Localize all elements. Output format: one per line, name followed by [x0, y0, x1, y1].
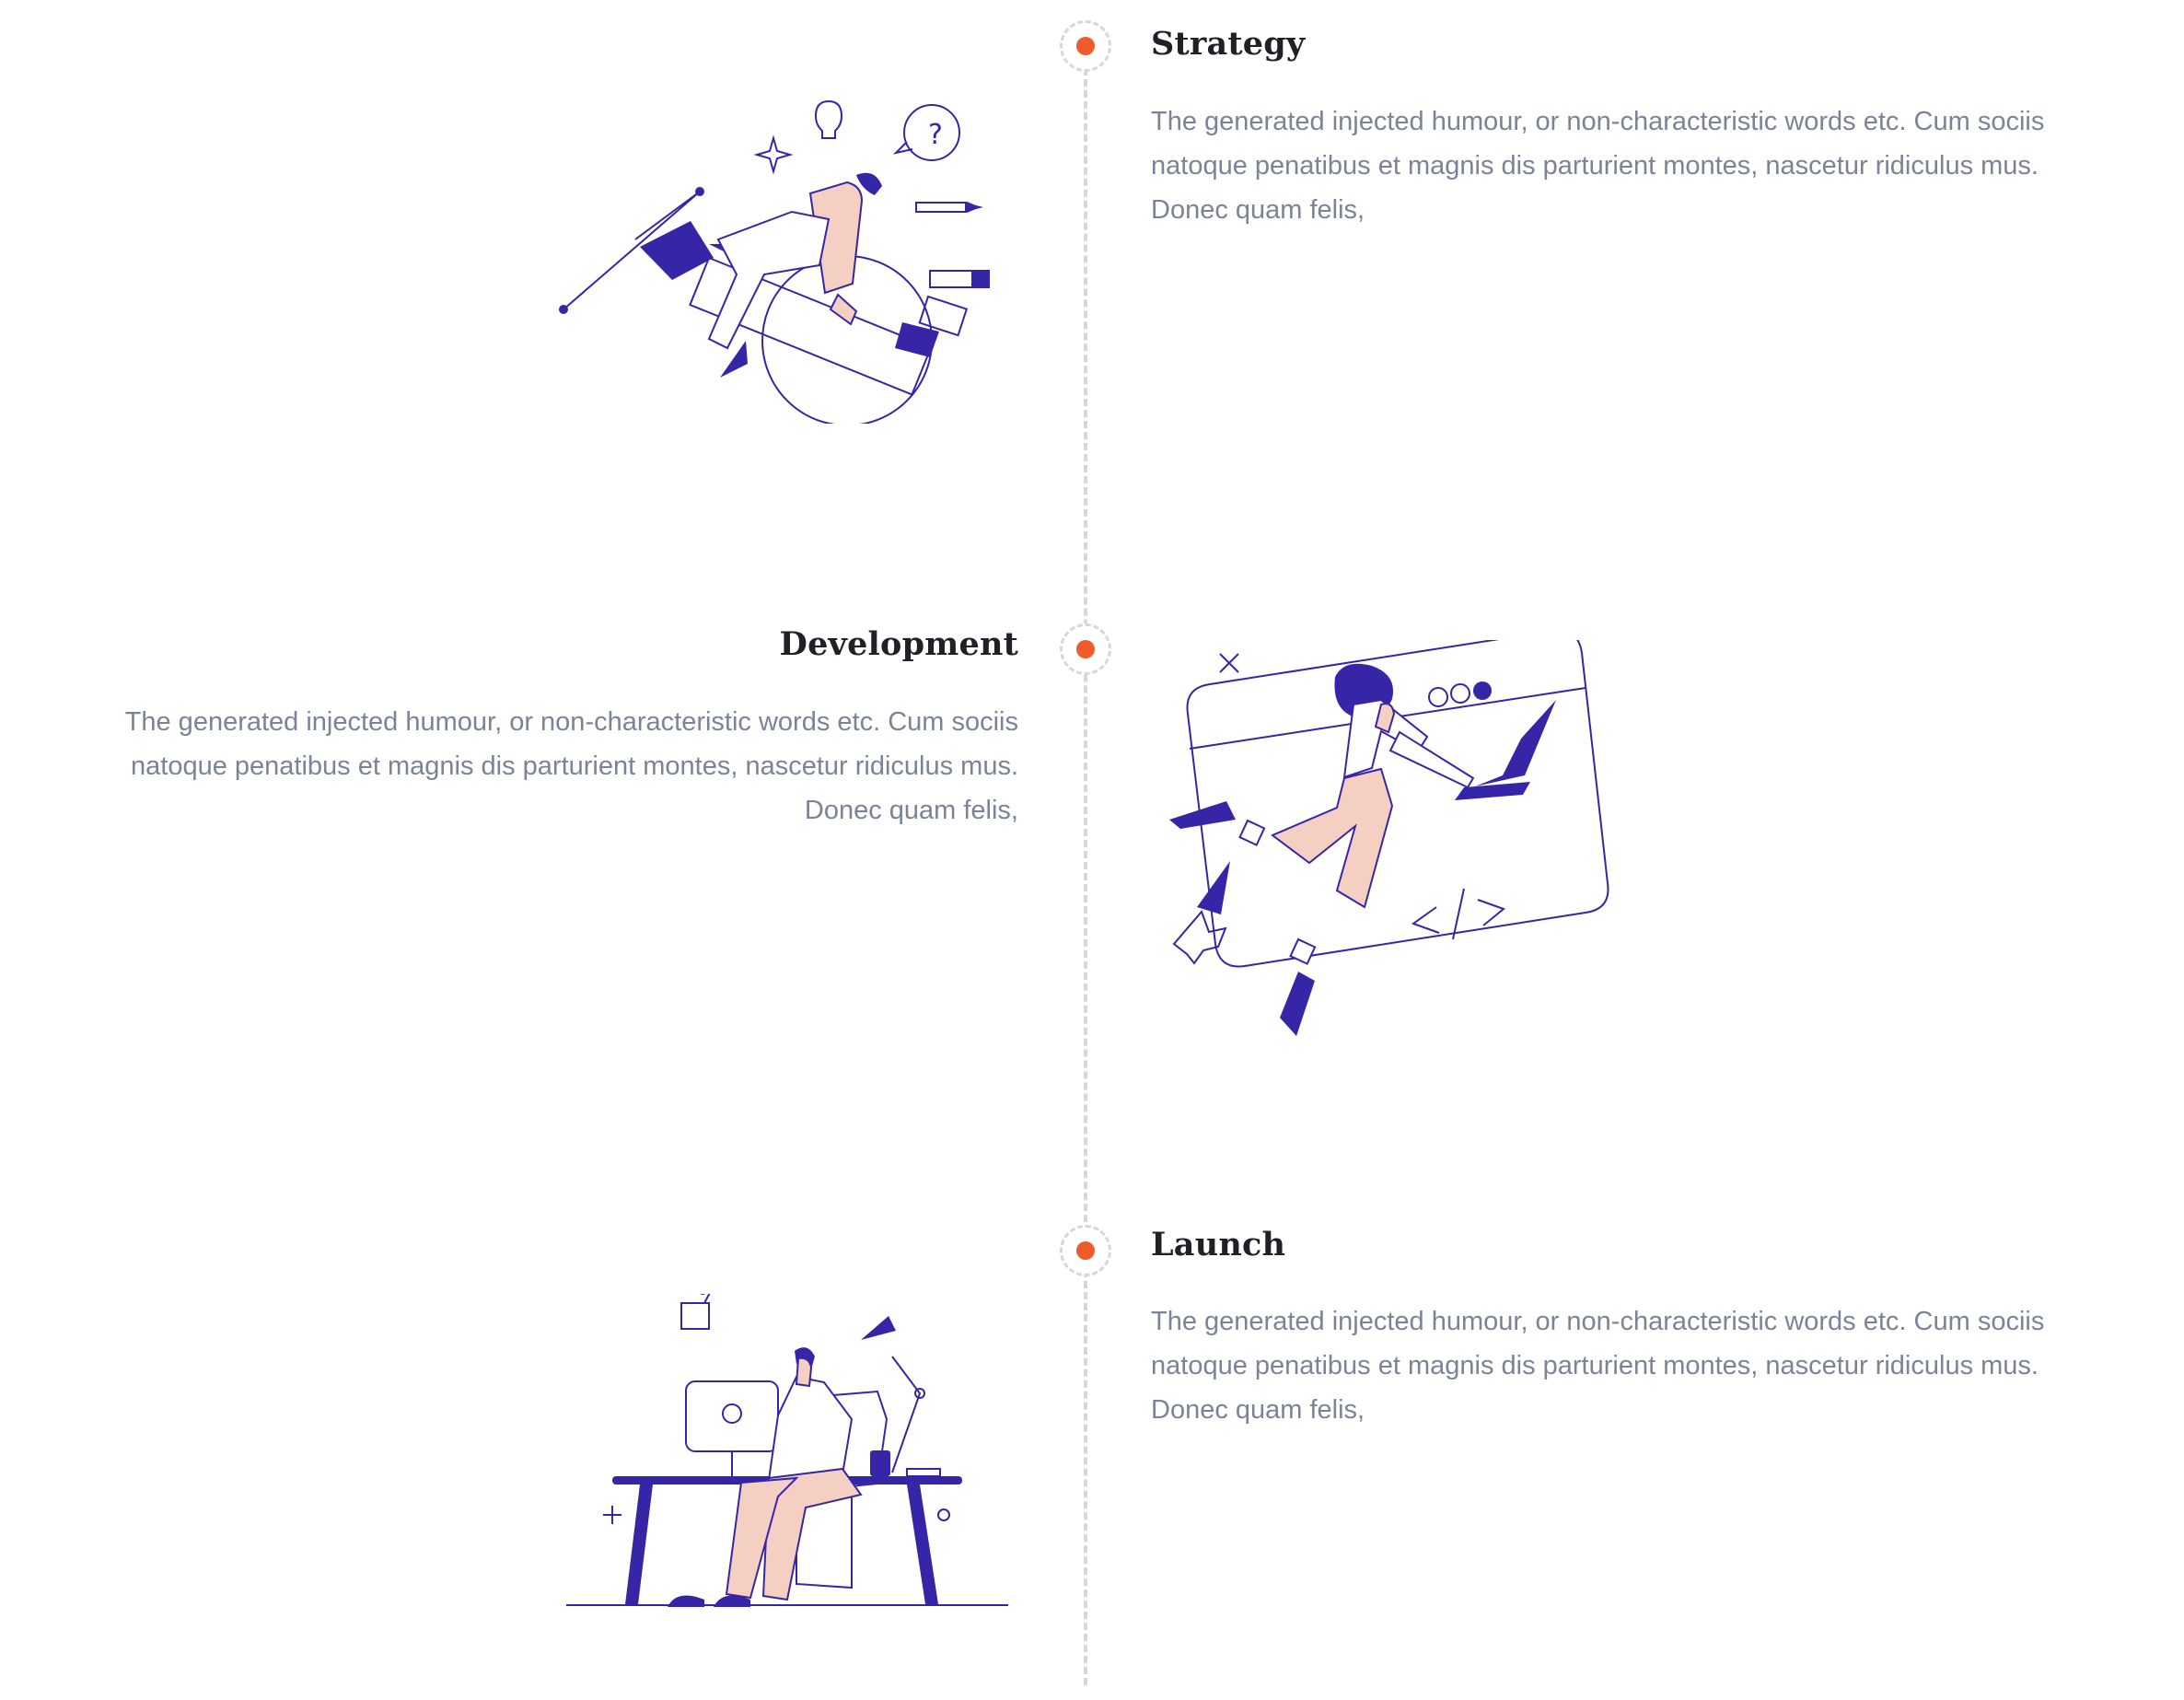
- timeline-line: [1084, 57, 1087, 1685]
- timeline-dot-launch: [1060, 1225, 1111, 1276]
- timeline-section: Strategy The generated injected humour, …: [0, 0, 2184, 1700]
- step-description-launch: The generated injected humour, or non-ch…: [1151, 1307, 2045, 1425]
- step-title-development: Development: [779, 625, 1018, 663]
- timeline-dot-strategy: [1060, 20, 1111, 72]
- step-description-development: The generated injected humour, or non-ch…: [124, 707, 1018, 825]
- pen-rocket-illustration: ?: [559, 99, 990, 424]
- step-description-strategy: The generated injected humour, or non-ch…: [1151, 107, 2045, 225]
- desk-workstation-illustration: [566, 1294, 1008, 1607]
- svg-text:?: ?: [928, 119, 943, 151]
- step-title-launch: Launch: [1151, 1226, 1286, 1263]
- laptop-flying-illustration: [1169, 640, 1609, 1036]
- timeline-dot-development: [1060, 623, 1111, 675]
- step-title-strategy: Strategy: [1151, 25, 1306, 63]
